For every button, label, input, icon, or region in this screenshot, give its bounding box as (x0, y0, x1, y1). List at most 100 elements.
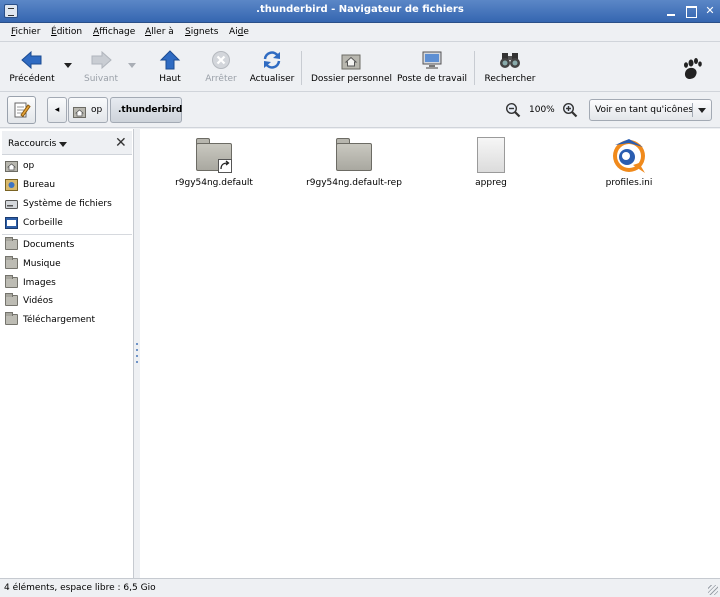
file-manager-window: .thunderbird - Navigateur de fichiers ✕ … (0, 0, 720, 597)
sidebar-item-bureau[interactable]: Bureau (4, 177, 132, 193)
home-icon (73, 104, 86, 118)
sidebar-item-documents[interactable]: Documents (4, 237, 132, 253)
path-scroll-left-button[interactable]: ◂ (47, 97, 67, 123)
menu-aide[interactable]: Aide (229, 27, 249, 37)
window-title: .thunderbird - Navigateur de fichiers (256, 4, 464, 15)
file-item[interactable]: r9gy54ng.default (174, 135, 254, 188)
toggle-location-entry-button[interactable] (7, 96, 36, 124)
folder-icon (5, 275, 18, 288)
menu-bar: Fichier Édition Affichage Aller à Signet… (0, 23, 720, 42)
file-item[interactable]: profiles.ini (594, 135, 664, 188)
sidebar-item-label: Corbeille (23, 218, 63, 228)
view-mode-value: Voir en tant qu'icônes (595, 105, 694, 115)
binoculars-icon (499, 50, 521, 70)
folder-icon (5, 293, 18, 306)
zoom-out-icon (505, 102, 521, 118)
sidebar-item-trash[interactable]: Corbeille (4, 215, 132, 231)
edit-pencil-icon (14, 102, 31, 118)
toolbar: Précédent Suivant Haut Arrêter Actualise… (0, 43, 720, 92)
menu-edition[interactable]: Édition (51, 27, 82, 37)
home-folder-icon (340, 50, 362, 70)
folder-icon (5, 312, 18, 325)
status-bar: 4 éléments, espace libre : 6,5 Gio (0, 578, 720, 597)
status-text: 4 éléments, espace libre : 6,5 Gio (4, 583, 156, 593)
file-name: appreg (475, 178, 507, 188)
sidebar-item-label: Musique (23, 259, 61, 269)
file-name: r9gy54ng.default (175, 178, 253, 188)
toolbar-separator (301, 51, 302, 85)
sidebar-item-label: Vidéos (23, 296, 53, 306)
folder-icon (5, 256, 18, 269)
sidebar-item-musique[interactable]: Musique (4, 256, 132, 272)
close-window-button[interactable]: ✕ (703, 4, 717, 18)
forward-button[interactable]: Suivant (80, 46, 122, 90)
chevron-down-icon (698, 108, 706, 113)
desktop-icon (5, 179, 18, 191)
breadcrumb-thunderbird[interactable]: .thunderbird (110, 97, 182, 123)
computer-icon (421, 50, 443, 70)
desktop-button[interactable]: Poste de travail (396, 46, 468, 90)
file-item[interactable]: appreg (456, 135, 526, 188)
chevron-down-icon[interactable] (59, 142, 67, 147)
menu-signets[interactable]: Signets (185, 27, 218, 37)
stop-button[interactable]: Arrêter (199, 46, 243, 90)
breadcrumb-label: op (91, 105, 103, 115)
drive-icon (5, 198, 18, 209)
close-sidebar-button[interactable]: ✕ (115, 136, 127, 150)
folder-icon (5, 237, 18, 250)
view-mode-select[interactable]: Voir en tant qu'icônes (589, 99, 712, 121)
back-history-dropdown[interactable] (64, 63, 72, 68)
toolbar-separator (474, 51, 475, 85)
gnome-foot-icon (680, 55, 706, 81)
sidebar-header: Raccourcis ✕ (2, 131, 132, 155)
sidebar: Raccourcis ✕ op Bureau Système de fichie… (0, 129, 134, 578)
location-bar: ◂ op .thunderbird 100% Voir en tant qu'i… (0, 92, 720, 128)
zoom-in-icon (562, 102, 578, 118)
sidebar-item-telechargement[interactable]: Téléchargement (4, 312, 132, 328)
sidebar-item-label: Bureau (23, 180, 56, 190)
home-icon (5, 160, 18, 172)
sidebar-item-label: Système de fichiers (23, 199, 112, 209)
sidebar-item-filesystem[interactable]: Système de fichiers (4, 196, 132, 212)
file-name: r9gy54ng.default-rep (306, 178, 402, 188)
forward-history-dropdown[interactable] (128, 63, 136, 68)
config-file-icon (609, 135, 649, 175)
minimize-button[interactable] (664, 4, 678, 18)
window-resize-grip[interactable] (708, 585, 718, 595)
forward-arrow-icon (90, 50, 112, 70)
trash-icon (5, 217, 18, 229)
menu-fichier[interactable]: Fichier (11, 27, 40, 37)
sidebar-divider (2, 234, 132, 235)
title-bar[interactable]: .thunderbird - Navigateur de fichiers ✕ (0, 0, 720, 23)
zoom-out-button[interactable] (505, 102, 521, 118)
sidebar-item-op[interactable]: op (4, 158, 132, 174)
sidebar-type-select[interactable]: Raccourcis (8, 139, 56, 149)
up-arrow-icon (159, 50, 181, 70)
zoom-in-button[interactable] (562, 102, 578, 118)
up-button[interactable]: Haut (150, 46, 190, 90)
back-arrow-icon (21, 50, 43, 70)
back-button[interactable]: Précédent (6, 46, 58, 90)
folder-link-icon (194, 135, 234, 175)
document-icon (471, 135, 511, 175)
zoom-level[interactable]: 100% (529, 105, 555, 115)
sidebar-item-images[interactable]: Images (4, 275, 132, 291)
sidebar-item-label: Documents (23, 240, 75, 250)
sidebar-item-videos[interactable]: Vidéos (4, 293, 132, 309)
file-icon-view[interactable]: r9gy54ng.default r9gy54ng.default-rep ap… (140, 129, 720, 578)
menu-aller-a[interactable]: Aller à (145, 27, 174, 37)
file-name: profiles.ini (605, 178, 653, 188)
maximize-button[interactable] (684, 4, 698, 18)
home-folder-button[interactable]: Dossier personnel (311, 46, 392, 90)
menu-affichage[interactable]: Affichage (93, 27, 135, 37)
stop-icon (210, 50, 232, 70)
reload-icon (261, 50, 283, 70)
search-button[interactable]: Rechercher (482, 46, 538, 90)
sidebar-item-label: op (23, 161, 35, 171)
file-item[interactable]: r9gy54ng.default-rep (304, 135, 404, 188)
pane-resize-handle[interactable] (135, 343, 139, 365)
breadcrumb-op[interactable]: op (68, 97, 108, 123)
reload-button[interactable]: Actualiser (248, 46, 296, 90)
sidebar-item-label: Téléchargement (23, 315, 96, 325)
folder-icon (334, 135, 374, 175)
